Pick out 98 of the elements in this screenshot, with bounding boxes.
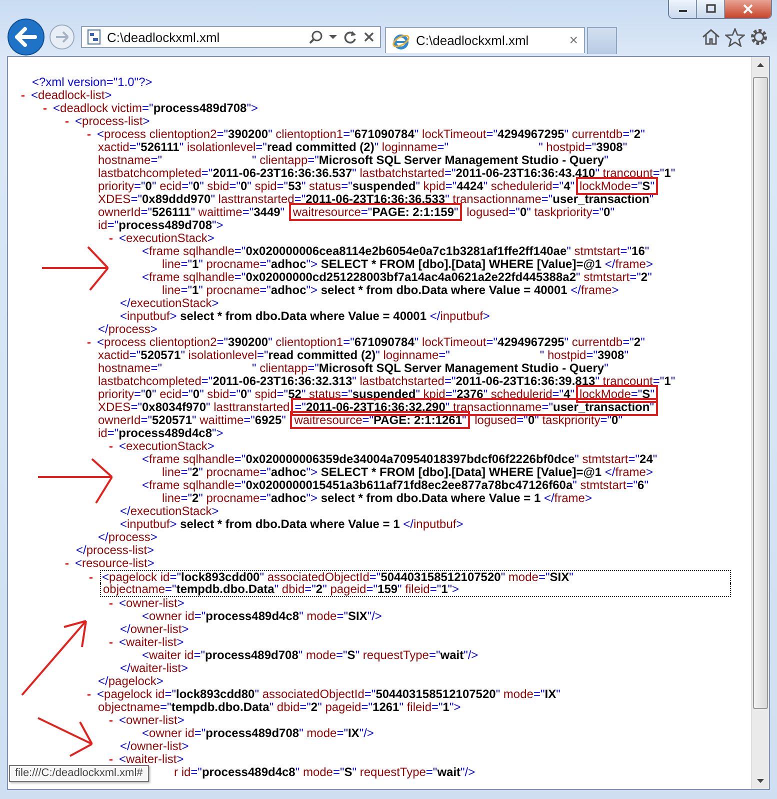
highlight-box: waitresource="PAGE: 2:1:159" xyxy=(290,205,460,219)
xml-text: hostname=" " clientapp="Microsoft SQL Server Management Studio - Query" xyxy=(98,153,608,167)
scroll-thumb[interactable] xyxy=(753,77,768,709)
xml-text: line="2" procname="adhoc"> select * from dbo.Data where Value = 1 </frame> xyxy=(162,491,592,505)
xml-text: <?xml version="1.0"?> xyxy=(32,75,152,89)
refresh-icon[interactable] xyxy=(343,30,357,44)
star-icon[interactable] xyxy=(725,28,745,46)
back-button[interactable] xyxy=(7,18,45,56)
minimize-button[interactable] xyxy=(669,0,697,18)
xml-text: xactid="520571" isolationlevel="read committed (2)" loginname=" " hostpid="3908" xyxy=(98,348,628,362)
xml-text: </owner-list> xyxy=(120,739,189,753)
xml-text: objectname="tempdb.dbo.Data" dbid="2" pageid="1261" fileid="1"> xyxy=(98,700,461,714)
xml-text: </executionStack> xyxy=(120,296,219,310)
collapse-toggle[interactable]: - xyxy=(109,636,119,649)
xml-text: <frame sqlhandle="0x0200000015451a3b611af71fd8ec2ee877a78bc47126f60a" stmtstart="6" xyxy=(142,478,648,492)
xml-text: priority="0" ecid="0" sbid="0" spid="53" status="suspended" kpid="4424" schedulerid="4" xyxy=(98,179,575,193)
xml-text: <owner id="process489d708" mode="IX"/> xyxy=(142,726,374,740)
xml-text: <executionStack> xyxy=(119,231,214,245)
collapse-toggle[interactable]: - xyxy=(109,714,119,727)
collapse-toggle[interactable]: - xyxy=(87,688,97,701)
maximize-button[interactable] xyxy=(697,0,725,18)
xml-text: ownerId="526111" waittime="3449" xyxy=(98,205,286,219)
xml-text: <deadlock victim="process489d708"> xyxy=(53,101,258,115)
scrollbar[interactable] xyxy=(751,57,769,789)
xml-text: <process clientoption2="390200" clientoption1="671090784" lockTimeout="4294967295" currentdb="2" xyxy=(97,335,645,349)
xml-text: <inputbuf> select * from dbo.Data where Value = 40001 </inputbuf> xyxy=(120,309,490,323)
caret-icon[interactable] xyxy=(329,34,337,40)
collapse-toggle[interactable]: - xyxy=(109,753,119,766)
xml-file-icon xyxy=(87,29,101,45)
xml-text: lastbatchcompleted="2011-06-23T16:36:36.537" lastbatchstarted="2011-06-23T16:36:43.410" trancount="1" xyxy=(98,166,676,180)
highlight-box: lockMode="S" xyxy=(578,179,656,193)
collapse-toggle[interactable]: - xyxy=(21,89,31,102)
xml-text: line="1" procname="adhoc"> select * from dbo.Data where Value = 40001 </frame> xyxy=(162,283,619,297)
xml-text: XDES="0x8034f970" lasttranstarted xyxy=(98,400,290,414)
highlight-box: waitresource="PAGE: 2:1:1261" xyxy=(292,413,468,427)
xml-text: ownerId="520571" waittime="6925" xyxy=(98,413,287,427)
xml-text: <resource-list> xyxy=(75,556,154,570)
stop-icon[interactable] xyxy=(363,31,375,43)
settings-icon[interactable] xyxy=(749,27,769,47)
xml-text: </process> xyxy=(98,530,158,544)
xml-text: <pagelock id="lock893cdd00" associatedObjectId="504403158512107520" mode="SIX" xyxy=(102,570,574,584)
xml-text: <frame sqlhandle="0x020000006cea8114e2b6054e0a7c1b3281af1ffe2ff140ae" stmtstart="16" xyxy=(142,244,650,258)
xml-text: xactid="526111" isolationlevel="read committed (2)" loginname=" " hostpid="3908" xyxy=(98,140,628,154)
xml-text: logused="0" taskpriority="0" xyxy=(466,205,614,219)
xml-text: </owner-list> xyxy=(120,622,189,636)
home-icon[interactable] xyxy=(701,28,721,46)
xml-text: hostname=" " clientapp="Microsoft SQL Server Management Studio - Query" xyxy=(98,361,608,375)
address-bar[interactable]: C:\deadlockxml.xml xyxy=(81,26,381,48)
collapse-toggle[interactable]: - xyxy=(43,102,53,115)
highlight-box: ="2011-06-23T16:36:32.290" transactionname="user_transaction" xyxy=(292,400,656,414)
xml-text: id="process489d708"> xyxy=(98,218,224,232)
tab-title: C:\deadlockxml.xml xyxy=(416,33,530,48)
xml-text: </process> xyxy=(98,322,158,336)
xml-text: </waiter-list> xyxy=(120,661,188,675)
xml-text: <process-list> xyxy=(75,114,150,128)
collapse-toggle[interactable]: - xyxy=(87,128,97,141)
xml-text: r id="process489d4c8" mode="S" requestType="wait"/> xyxy=(174,765,476,779)
collapse-toggle[interactable]: - xyxy=(89,571,99,584)
browser-tab[interactable]: C:\deadlockxml.xml × xyxy=(385,27,585,53)
xml-text: </pagelock> xyxy=(98,674,164,688)
xml-text: <inputbuf> select * from dbo.Data where Value = 1 </inputbuf> xyxy=(120,517,464,531)
globe-e-icon xyxy=(392,32,410,50)
xml-text: <pagelock id="lock893cdd80" associatedObjectId="504403158512107520" mode="IX" xyxy=(97,687,560,701)
status-tooltip: file:///C:/deadlockxml.xml# xyxy=(9,765,149,782)
collapse-toggle[interactable]: - xyxy=(109,597,119,610)
xml-text: logused="0" taskpriority="0" xyxy=(474,413,622,427)
collapse-toggle[interactable]: - xyxy=(87,336,97,349)
xml-text: priority="0" ecid="0" sbid="0" spid="52" status="suspended" kpid="2376" schedulerid="4" xyxy=(98,387,575,401)
collapse-toggle[interactable]: - xyxy=(109,232,119,245)
xml-text: <waiter id="process489d708" mode="S" requestType="wait"/> xyxy=(142,648,478,662)
xml-text: line="2" procname="adhoc"> SELECT * FROM [dbo].[Data] WHERE [Value]=@1 </frame> xyxy=(162,465,653,479)
close-button[interactable] xyxy=(725,0,771,18)
collapse-toggle[interactable]: - xyxy=(65,557,75,570)
xml-text: <owner id="process489d4c8" mode="SIX"/> xyxy=(142,609,382,623)
address-text: C:\deadlockxml.xml xyxy=(107,30,221,44)
collapse-toggle[interactable]: - xyxy=(65,115,75,128)
xml-text: id="process489d4c8"> xyxy=(98,426,224,440)
xml-text: lastbatchcompleted="2011-06-23T16:36:32.313" lastbatchstarted="2011-06-23T16:36:39.813" trancount="1" xyxy=(98,374,676,388)
xml-text: <executionStack> xyxy=(119,439,214,453)
xml-text: <owner-list> xyxy=(119,713,184,727)
tab-close-button[interactable]: × xyxy=(569,32,578,49)
xml-text: <process clientoption2="390200" clientoption1="671090784" lockTimeout="4294967295" currentdb="2" xyxy=(97,127,645,141)
highlight-box: lockMode="S" xyxy=(578,387,656,401)
maximize-icon xyxy=(704,4,716,14)
close-icon xyxy=(742,4,754,14)
collapse-toggle[interactable]: - xyxy=(109,440,119,453)
xml-text: </executionStack> xyxy=(120,504,219,518)
xml-text: <waiter-list> xyxy=(119,635,184,649)
xml-text: <waiter-list> xyxy=(119,752,184,766)
xml-text: objectname="tempdb.dbo.Data" dbid="2" pageid="159" fileid="1"> xyxy=(103,582,460,596)
search-icon[interactable] xyxy=(309,30,323,44)
xml-text: <frame sqlhandle="0x020000006359de34004a70954018397bdcf06f2226bf0dce" stmtstart="24" xyxy=(142,452,658,466)
xml-text: <deadlock-list> xyxy=(31,88,112,102)
xml-text: </process-list> xyxy=(76,543,154,557)
xml-text: XDES="0x89ddd970" lasttranstarted="2011-06-23T16:36:36.533" transactionname="user_transaction" xyxy=(98,192,654,206)
xml-text: line="1" procname="adhoc"> SELECT * FROM [dbo].[Data] WHERE [Value]=@1 </frame> xyxy=(162,257,653,271)
xml-text: <frame sqlhandle="0x02000000cd251228003bf7a14ac4a0621a2e22fd445388a2" stmtstart="2" xyxy=(142,270,652,284)
xml-text: <owner-list> xyxy=(119,596,184,610)
